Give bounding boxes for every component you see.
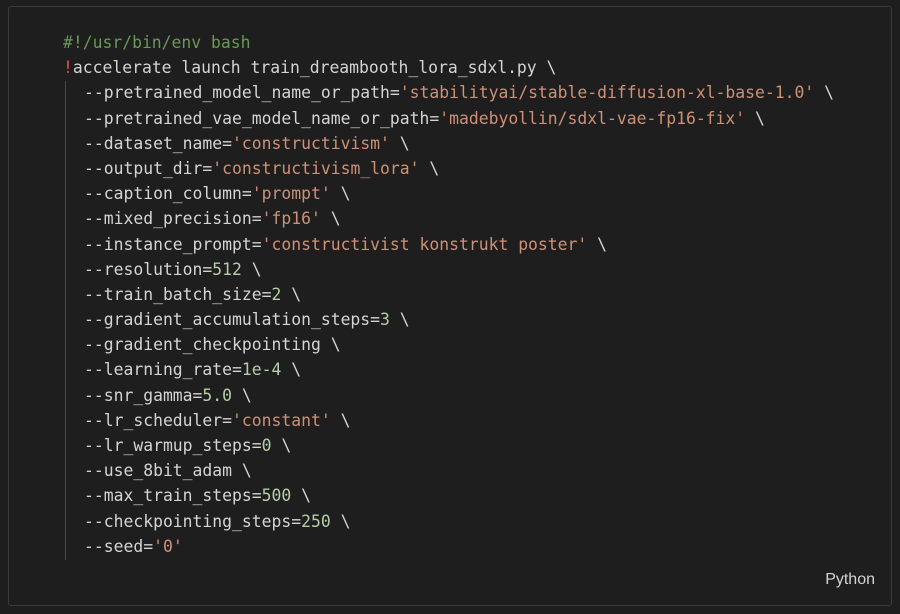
code-token-plain: \ [389, 133, 410, 153]
code-token-num: 250 [301, 511, 331, 531]
code-token-plain: --learning_rate= [84, 360, 242, 380]
code-line: --train_batch_size=2 \ [63, 282, 834, 307]
code-token-plain: --output_dir= [84, 158, 213, 178]
code-token-plain: \ [814, 83, 834, 103]
code-token-plain: --caption_column= [84, 184, 252, 204]
code-line: --dataset_name='constructivism' \ [63, 131, 834, 156]
code-token-plain: \ [281, 284, 302, 304]
code-token-arg: 'constructivist konstrukt poster' [261, 234, 588, 254]
code-token-plain: accelerate launch train_dreambooth_lora_… [72, 58, 557, 78]
code-line: --mixed_precision='fp16' \ [63, 206, 834, 231]
code-line: --lr_scheduler='constant' \ [63, 408, 834, 433]
code-line: --checkpointing_steps=250 \ [63, 509, 834, 534]
code-token-plain: \ [330, 511, 351, 531]
code-token-arg: 'constant' [232, 410, 331, 430]
code-token-num: 512 [212, 259, 242, 279]
code-line: --lr_warmup_steps=0 \ [63, 433, 834, 458]
code-token-arg: 'constructivism_lora' [212, 158, 420, 178]
code-content[interactable]: #!/usr/bin/env bash !accelerate launch tr… [63, 30, 834, 559]
code-token-plain: \ [587, 234, 608, 254]
code-line: --max_train_steps=500 \ [63, 483, 834, 508]
code-token-arg: 'constructivism' [232, 133, 390, 153]
code-token-plain: --gradient_checkpointing \ [84, 335, 341, 355]
code-line: --snr_gamma=5.0 \ [63, 383, 834, 408]
code-token-plain: --mixed_precision= [84, 209, 262, 229]
code-token-plain: --seed= [84, 536, 154, 556]
code-token-plain: --lr_warmup_steps= [84, 436, 262, 455]
code-line: !accelerate launch train_dreambooth_lora… [63, 55, 834, 80]
code-token-comment: #!/usr/bin/env bash [63, 33, 251, 52]
code-line: --use_8bit_adam \ [63, 458, 834, 483]
code-block: #!/usr/bin/env bash !accelerate launch tr… [8, 6, 892, 606]
code-token-plain: \ [330, 410, 351, 430]
code-token-plain: --max_train_steps= [84, 486, 262, 506]
code-line: --output_dir='constructivism_lora' \ [63, 156, 834, 181]
code-token-plain: --train_batch_size= [84, 284, 272, 304]
code-token-num: 0 [261, 436, 272, 455]
code-token-plain: \ [241, 259, 262, 279]
code-token-plain: --checkpointing_steps= [84, 511, 302, 531]
code-line: --pretrained_vae_model_name_or_path='mad… [63, 106, 834, 131]
code-token-plain: --resolution= [84, 259, 213, 279]
code-token-num: 1e-4 [241, 360, 282, 380]
code-token-plain: \ [291, 486, 311, 506]
code-token-plain: \ [271, 436, 292, 455]
code-token-plain: --dataset_name= [84, 133, 233, 153]
code-line: --gradient_checkpointing \ [63, 332, 834, 357]
code-token-arg: '0' [153, 536, 183, 556]
code-token-plain: --lr_scheduler= [84, 410, 233, 430]
code-token-plain: --pretrained_model_name_or_path= [84, 83, 400, 103]
code-token-plain: \ [419, 158, 440, 178]
code-token-plain: \ [745, 108, 765, 128]
code-token-num: 5.0 [202, 385, 233, 405]
code-line: --instance_prompt='constructivist konstr… [63, 232, 834, 257]
code-line: --gradient_accumulation_steps=3 \ [63, 307, 834, 332]
language-label: Python [825, 571, 875, 588]
code-token-bang: ! [63, 58, 73, 78]
code-token-arg: 'prompt' [251, 184, 331, 204]
code-token-plain: --gradient_accumulation_steps= [84, 310, 381, 330]
code-token-num: 3 [380, 310, 390, 330]
code-line: --pretrained_model_name_or_path='stabili… [63, 80, 834, 105]
code-token-num: 500 [261, 486, 292, 506]
code-token-plain: \ [232, 385, 252, 405]
code-token-plain: \ [320, 209, 341, 229]
code-token-plain: \ [330, 184, 351, 204]
code-token-plain: \ [389, 310, 410, 330]
code-token-arg: 'madebyollin/sdxl-vae-fp16-fix' [439, 108, 746, 128]
code-token-arg: 'fp16' [261, 209, 321, 229]
code-line: --learning_rate=1e-4 \ [63, 357, 834, 382]
code-token-arg: 'stabilityai/stable-diffusion-xl-base-1.… [399, 83, 815, 103]
code-line: --caption_column='prompt' \ [63, 181, 834, 206]
code-token-plain: --use_8bit_adam \ [84, 461, 252, 481]
code-token-plain: --snr_gamma= [84, 385, 203, 405]
code-token-plain: --pretrained_vae_model_name_or_path= [84, 108, 440, 128]
code-line: #!/usr/bin/env bash [63, 30, 834, 55]
code-line: --resolution=512 \ [63, 257, 834, 282]
code-token-plain: \ [281, 360, 302, 380]
code-token-num: 2 [271, 284, 282, 304]
code-token-plain: --instance_prompt= [84, 234, 262, 254]
code-line: --seed='0' [63, 534, 834, 559]
